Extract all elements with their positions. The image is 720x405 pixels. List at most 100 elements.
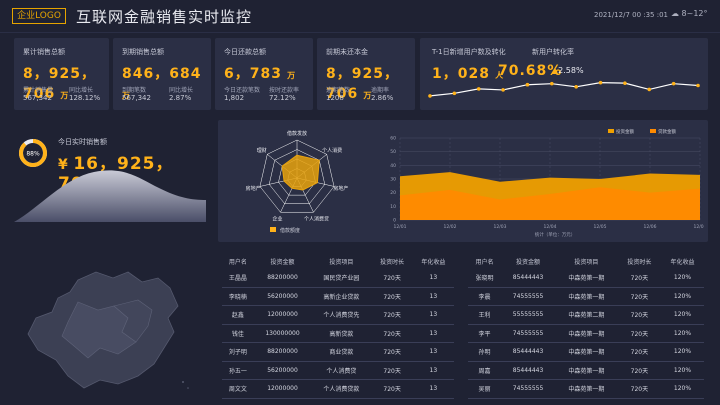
table-cell: 55555555 [501,305,555,325]
table-cell: 720天 [371,324,413,343]
table-cell: 国民贷产业园 [311,269,372,288]
table-cell: 88200000 [253,342,312,362]
page-title: 互联网金融销售实时监控 [76,8,253,26]
y-tick-label: 20 [390,190,396,196]
weather: ☁ 8~12° [671,9,708,18]
table-cell: 720天 [617,269,661,288]
radar-legend-swatch [270,227,276,232]
x-axis-label: 统计（单位：万元） [535,231,576,238]
table-row: 王利 55555555 中森苑第二期 720天 120% [468,305,704,325]
table-row: 钱佳 130000000 高新贷款 720天 13 [222,324,454,343]
stat-card-today-repay: 今日还款总额 6，783 万 今日还款笔数 1,802 按时还款率 72.12% [215,38,313,110]
table-cell: 120% [660,342,704,362]
user-line-point [696,83,700,88]
column-header: 年化收益 [421,259,446,266]
sub-label: 逾期笔数 [326,87,351,94]
table-cell: 720天 [617,287,661,306]
table-cell: 13 [412,287,454,306]
china-map [27,271,189,389]
table-cell: 130000000 [253,324,312,343]
table-row: 王晶晶 88200000 国民贷产业园 720天 13 [222,269,454,288]
user-line-point [501,88,505,92]
sub-label: 累计销售量 [23,87,54,94]
sub-value: 1,802 [224,94,245,102]
table-cell: 720天 [617,379,661,399]
column-header: 年化收益 [670,259,695,266]
table-cell: 王利 [468,305,502,325]
column-header: 用户名 [228,259,247,266]
column-header: 投资时长 [380,259,405,266]
table-cell: 李晓楠 [222,287,254,306]
table-cell: 周嘉 [468,361,502,380]
y-tick-label: 10 [390,204,396,210]
table-cell: 56200000 [253,287,312,306]
rate-change: ▲2.58% [552,66,584,75]
column-header: 用户名 [475,259,494,266]
y-tick-label: 60 [390,136,396,142]
stat-value: 6，783 万 [224,66,296,82]
table-cell: 720天 [617,342,661,362]
table-cell: 王晶晶 [222,269,254,288]
table-cell: 720天 [371,361,413,380]
table-cell: 孙五一 [222,361,254,380]
sub-value: 567,342 [122,94,151,102]
sub-label: 按时还款率 [269,87,300,94]
conversion-label: 新用户转化率 [532,48,574,56]
y-tick-label: 40 [390,163,396,169]
table-row: 赵鑫 12000000 个人消费贷先 720天 13 [222,305,454,325]
y-tick-label: 0 [393,218,396,224]
radar-axis-label: 借款发放 [287,130,307,137]
table-cell: 周文文 [222,379,254,399]
realtime-label: 今日实时销售额 [58,138,107,146]
user-line-point [623,81,627,85]
user-line-point [452,91,457,96]
table-cell: 56200000 [253,361,312,380]
sub-value: 128.12% [69,94,101,102]
sub-label: 到期笔数 [122,87,147,94]
table-cell: 13 [412,305,454,325]
x-tick-label: 12/03 [494,224,507,230]
table-cell: 74555555 [501,287,555,306]
table-row: 李晨 74555555 中森苑第一期 720天 120% [468,287,704,306]
sub-label: 今日还款笔数 [224,87,261,94]
user-line-point [428,94,432,98]
table-cell: 钱佳 [222,324,254,343]
user-line-point [525,82,530,87]
table-cell: 120% [660,287,704,306]
table-cell: 12000000 [253,305,312,325]
weather-temp: 8~12° [681,9,708,18]
table-cell: 13 [412,342,454,362]
table-cell: 85444443 [501,269,555,288]
legend-swatch [650,129,656,133]
radar-legend-label: 借款额度 [280,227,300,234]
legend-label: 贷款金额 [658,128,676,135]
radar-value-area [281,154,320,191]
sub-value: 72.12% [269,94,296,102]
investment-table-left: 用户名 投资金额 投资项目 投资时长 年化收益 王晶晶 88200000 国民贷产业园 720天… [222,254,454,399]
table-cell: 中森苑第一期 [554,342,618,362]
x-tick-label: 12/05 [594,224,607,230]
table-cell: 85444443 [501,342,555,362]
sub-label: 同比增长 [69,87,94,94]
table-row: 李晓楠 56200000 高新企业贷款 720天 13 [222,287,454,306]
table-cell: 李晨 [468,287,502,306]
user-line-point [671,81,676,86]
table-cell: 张晓明 [468,269,502,288]
sub-value: 567,342 [23,94,52,102]
table-cell: 赵鑫 [222,305,254,325]
radar-axis-label: 房地产 [246,185,261,192]
radar-chart: 借款发放个人消费房地产个人消费贷 企业 房地产 理财 借款额度 [246,130,349,234]
table-cell: 720天 [371,269,413,288]
user-line-point [574,85,578,89]
column-header: 投资金额 [516,259,541,266]
table-cell: 13 [412,361,454,380]
table-cell: 720天 [617,324,661,343]
table-cell: 74555555 [501,379,555,399]
table-cell: 13 [412,269,454,288]
new-users-label: T-1日新增用户数及转化 [432,48,506,56]
table-cell: 720天 [617,305,661,325]
sub-value: 2.86% [371,94,394,102]
radar-axis-label: 企业 [272,216,282,223]
user-line-point [476,87,481,91]
radar-axis-label: 理财 [257,147,267,154]
